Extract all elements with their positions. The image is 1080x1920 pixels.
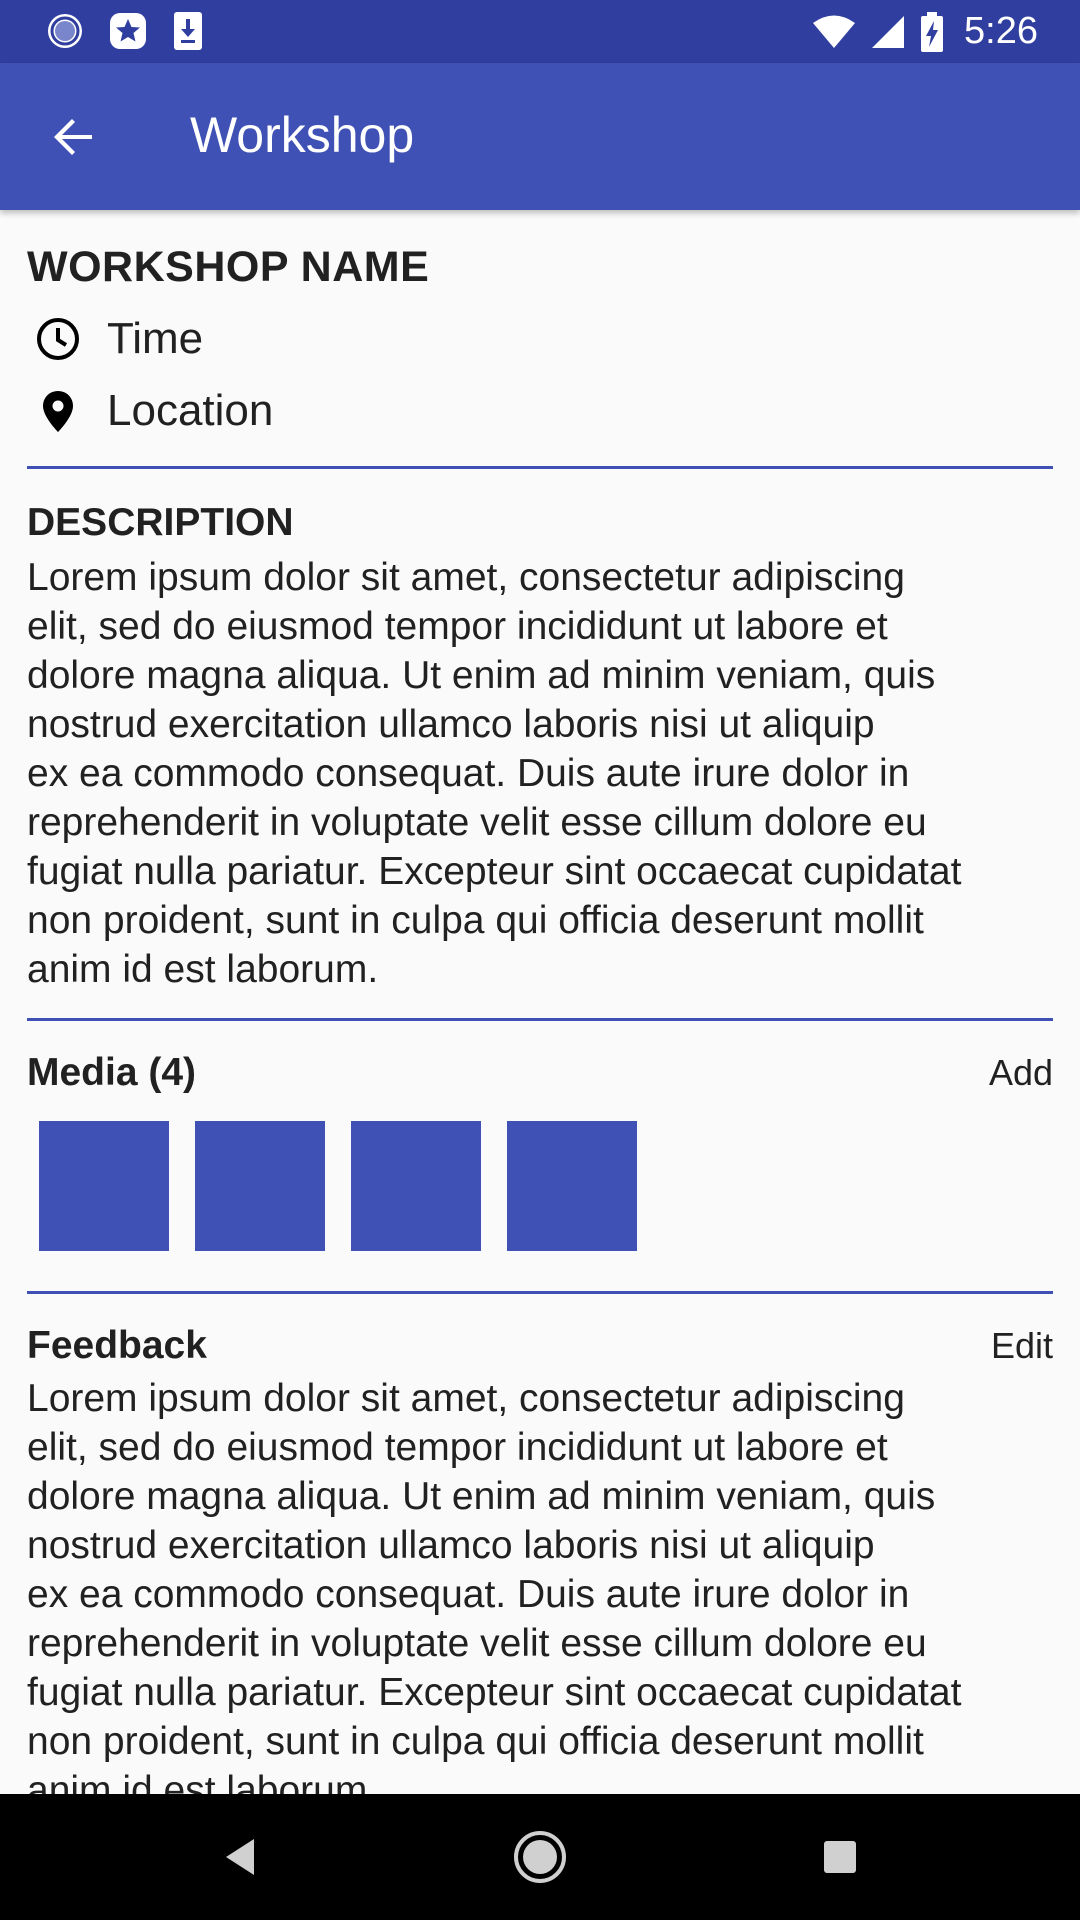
feedback-line: reprehenderit in voluptate velit esse ci… (27, 1622, 927, 1665)
media-thumbnail[interactable] (39, 1121, 169, 1251)
wifi-icon (813, 15, 856, 48)
divider (27, 1291, 1053, 1294)
recents-square-icon[interactable] (812, 1829, 868, 1885)
description-line: reprehenderit in voluptate velit esse ci… (27, 801, 927, 844)
status-time: 5:26 (964, 10, 1038, 52)
feedback-line: anim id est laborum. (27, 1769, 379, 1794)
workshop-detail: WORKSHOP NAME Time Location DESCRIPTION … (0, 210, 1080, 1794)
divider (27, 466, 1053, 469)
feedback-line: ex ea commodo consequat. Duis aute irure… (27, 1573, 910, 1616)
description-text: Lorem ipsum dolor sit amet, consectetur … (27, 553, 1053, 994)
feedback-line: fugiat nulla pariatur. Excepteur sint oc… (27, 1671, 962, 1714)
circle-notification-icon (48, 14, 82, 48)
feedback-line: non proident, sunt in culpa qui officia … (27, 1720, 924, 1763)
description-line: fugiat nulla pariatur. Excepteur sint oc… (27, 850, 962, 893)
page-title: Workshop (190, 107, 415, 163)
description-line: ex ea commodo consequat. Duis aute irure… (27, 752, 910, 795)
edit-feedback-button[interactable]: Edit (991, 1325, 1053, 1367)
download-icon (174, 12, 202, 50)
status-bar: 5:26 (0, 0, 1080, 63)
feedback-heading: Feedback (27, 1324, 207, 1367)
battery-charging-icon (921, 11, 944, 52)
location-label: Location (107, 386, 274, 435)
time-row: Time (27, 314, 1053, 364)
feedback-line: Lorem ipsum dolor sit amet, consectetur … (27, 1377, 905, 1420)
description-line: anim id est laborum. (27, 948, 379, 991)
arrow-back-icon[interactable] (48, 111, 100, 163)
media-header: Media (4) Add (27, 1051, 1053, 1095)
feedback-line: nostrud exercitation ullamco laboris nis… (27, 1524, 875, 1567)
feedback-line: dolore magna aliqua. Ut enim ad minim ve… (27, 1475, 936, 1518)
feedback-header: Feedback Edit (27, 1324, 1053, 1368)
feedback-line: elit, sed do eiusmod tempor incididunt u… (27, 1426, 888, 1469)
description-line: Lorem ipsum dolor sit amet, consectetur … (27, 556, 905, 599)
media-thumbnail[interactable] (507, 1121, 637, 1251)
description-line: elit, sed do eiusmod tempor incididunt u… (27, 605, 888, 648)
description-line: non proident, sunt in culpa qui officia … (27, 899, 924, 942)
description-line: dolore magna aliqua. Ut enim ad minim ve… (27, 654, 936, 697)
home-circle-icon[interactable] (512, 1829, 568, 1885)
add-media-button[interactable]: Add (989, 1052, 1053, 1094)
media-heading: Media (4) (27, 1051, 197, 1094)
back-triangle-icon[interactable] (212, 1829, 268, 1885)
description-heading: DESCRIPTION (27, 501, 294, 544)
description-line: nostrud exercitation ullamco laboris nis… (27, 703, 875, 746)
star-badge-icon (110, 13, 146, 49)
divider (27, 1018, 1053, 1021)
media-thumbnail[interactable] (195, 1121, 325, 1251)
media-gallery (0, 1121, 1080, 1251)
time-label: Time (107, 314, 204, 363)
cell-signal-icon (872, 15, 905, 48)
feedback-text: Lorem ipsum dolor sit amet, consectetur … (27, 1374, 1053, 1794)
clock-icon (37, 318, 79, 360)
app-bar: Workshop (0, 63, 1080, 210)
location-pin-icon (43, 391, 73, 432)
media-thumbnail[interactable] (351, 1121, 481, 1251)
location-row: Location (27, 386, 1053, 436)
navigation-bar (0, 1794, 1080, 1920)
workshop-name: WORKSHOP NAME (27, 243, 430, 291)
